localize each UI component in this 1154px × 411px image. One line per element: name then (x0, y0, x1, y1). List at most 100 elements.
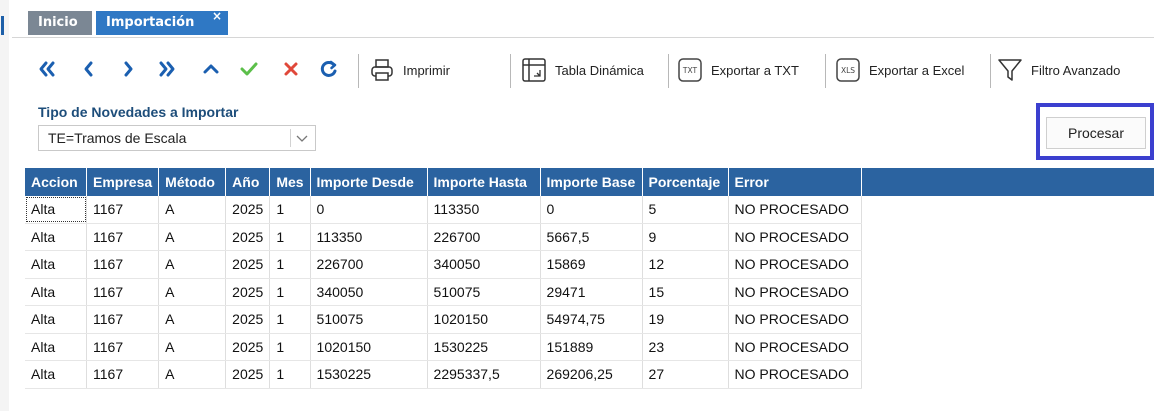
table-cell[interactable]: 1 (269, 278, 311, 306)
tab-importacion[interactable]: Importación × (96, 9, 228, 35)
advanced-filter-button[interactable]: Filtro Avanzado (996, 53, 1120, 87)
table-cell[interactable]: 2025 (225, 333, 271, 361)
table-cell[interactable]: 1 (269, 333, 311, 361)
table-cell[interactable]: 12 (642, 250, 729, 279)
table-cell[interactable]: 2025 (225, 305, 271, 334)
table-cell[interactable]: A (158, 250, 227, 279)
next-record-button[interactable] (113, 52, 143, 86)
table-cell[interactable]: 113350 (427, 196, 541, 224)
table-cell[interactable]: 113350 (310, 223, 428, 251)
table-cell[interactable]: NO PROCESADO (728, 250, 862, 279)
table-cell[interactable]: 1 (269, 250, 311, 279)
table-cell[interactable]: Alta (25, 360, 87, 389)
close-tab-icon[interactable]: × (212, 4, 222, 28)
table-cell[interactable]: Alta (25, 250, 87, 279)
table-cell[interactable]: 1530225 (427, 333, 541, 361)
table-cell[interactable]: 1167 (86, 360, 160, 389)
last-record-button[interactable] (152, 52, 182, 86)
up-button[interactable] (196, 52, 226, 86)
table-cell[interactable]: A (158, 223, 227, 251)
table-cell[interactable]: 2025 (225, 360, 271, 389)
table-cell[interactable]: 1167 (86, 305, 160, 334)
pivot-table-button[interactable]: Tabla Dinámica (520, 53, 644, 87)
table-cell[interactable]: 2025 (225, 250, 271, 279)
table-cell[interactable]: 226700 (310, 250, 428, 279)
refresh-button[interactable] (314, 52, 344, 86)
column-header[interactable]: Mes (269, 168, 311, 196)
table-cell[interactable]: 2025 (225, 196, 271, 224)
table-row[interactable]: Alta 1167 A 2025 1 1020150 1530225 151889 23 NO P… (25, 333, 862, 361)
table-cell[interactable]: NO PROCESADO (728, 305, 862, 334)
column-header[interactable]: Empresa (86, 168, 160, 196)
table-cell[interactable]: 1167 (86, 333, 160, 361)
table-cell[interactable]: 1167 (86, 196, 160, 224)
table-cell[interactable]: A (158, 360, 227, 389)
table-row[interactable]: Alta 1167 A 2025 1 0 113350 0 5 NO PROCESADO (25, 196, 862, 224)
table-cell[interactable]: A (158, 305, 227, 334)
table-cell[interactable]: 0 (540, 196, 643, 224)
column-header[interactable]: Porcentaje (642, 168, 729, 196)
table-cell[interactable]: 27 (642, 360, 729, 389)
table-cell[interactable]: 1167 (86, 223, 160, 251)
table-cell[interactable]: Alta (25, 196, 87, 224)
table-cell[interactable]: NO PROCESADO (728, 278, 862, 306)
table-cell[interactable]: 5 (642, 196, 729, 224)
table-cell[interactable]: 2025 (225, 223, 271, 251)
first-record-button[interactable] (32, 52, 62, 86)
table-row[interactable]: Alta 1167 A 2025 1 113350 226700 5667,5 9 NO PROC… (25, 223, 862, 251)
table-cell[interactable]: 23 (642, 333, 729, 361)
table-cell[interactable]: NO PROCESADO (728, 223, 862, 251)
table-cell[interactable]: 1 (269, 305, 311, 334)
table-cell[interactable]: 1167 (86, 250, 160, 279)
table-cell[interactable]: 1 (269, 360, 311, 389)
import-type-select[interactable]: TE=Tramos de Escala (38, 125, 316, 151)
table-cell[interactable]: 1020150 (427, 305, 541, 334)
table-cell[interactable]: 19 (642, 305, 729, 334)
table-cell[interactable]: Alta (25, 223, 87, 251)
table-cell[interactable]: 29471 (540, 278, 643, 306)
table-cell[interactable]: NO PROCESADO (728, 196, 862, 224)
cancel-button[interactable] (276, 52, 306, 86)
column-header[interactable]: Importe Hasta (427, 168, 541, 196)
table-cell[interactable]: NO PROCESADO (728, 333, 862, 361)
table-cell[interactable]: 5667,5 (540, 223, 643, 251)
table-cell[interactable]: Alta (25, 333, 87, 361)
table-cell[interactable]: 1020150 (310, 333, 428, 361)
column-header[interactable]: Importe Base (540, 168, 643, 196)
prev-record-button[interactable] (74, 52, 104, 86)
table-cell[interactable]: A (158, 333, 227, 361)
table-cell[interactable]: A (158, 278, 227, 306)
table-cell[interactable]: A (158, 196, 227, 224)
accept-button[interactable] (234, 52, 264, 86)
column-header[interactable]: Año (225, 168, 271, 196)
table-cell[interactable]: Alta (25, 305, 87, 334)
table-cell[interactable]: 2295337,5 (427, 360, 541, 389)
table-cell[interactable]: 0 (310, 196, 428, 224)
table-cell[interactable]: 269206,25 (540, 360, 643, 389)
table-cell[interactable]: 340050 (427, 250, 541, 279)
export-txt-button[interactable]: TXT Exportar a TXT (676, 53, 799, 87)
table-cell[interactable]: 510075 (310, 305, 428, 334)
table-cell[interactable]: 340050 (310, 278, 428, 306)
table-cell[interactable]: 226700 (427, 223, 541, 251)
print-button[interactable]: Imprimir (368, 53, 450, 87)
column-header[interactable]: Accion (25, 168, 87, 196)
table-cell[interactable]: 54974,75 (540, 305, 643, 334)
chevron-down-icon[interactable] (295, 129, 309, 147)
export-excel-button[interactable]: XLS Exportar a Excel (834, 53, 964, 87)
table-cell[interactable]: 15869 (540, 250, 643, 279)
tab-inicio[interactable]: Inicio (28, 11, 92, 35)
table-row[interactable]: Alta 1167 A 2025 1 226700 340050 15869 12 NO PROC… (25, 250, 862, 279)
table-row[interactable]: Alta 1167 A 2025 1 510075 1020150 54974,75 19 NO … (25, 305, 862, 334)
table-cell[interactable]: 9 (642, 223, 729, 251)
table-cell[interactable]: Alta (25, 278, 87, 306)
table-cell[interactable]: 1 (269, 196, 311, 224)
column-header[interactable]: Importe Desde (310, 168, 428, 196)
table-row[interactable]: Alta 1167 A 2025 1 340050 510075 29471 15 NO PROC… (25, 278, 862, 306)
table-row[interactable]: Alta 1167 A 2025 1 1530225 2295337,5 269206,25 2… (25, 360, 862, 389)
column-header[interactable]: Método (158, 168, 227, 196)
procesar-button[interactable]: Procesar (1046, 117, 1146, 149)
table-cell[interactable]: 151889 (540, 333, 643, 361)
table-cell[interactable]: 1530225 (310, 360, 428, 389)
table-cell[interactable]: 2025 (225, 278, 271, 306)
